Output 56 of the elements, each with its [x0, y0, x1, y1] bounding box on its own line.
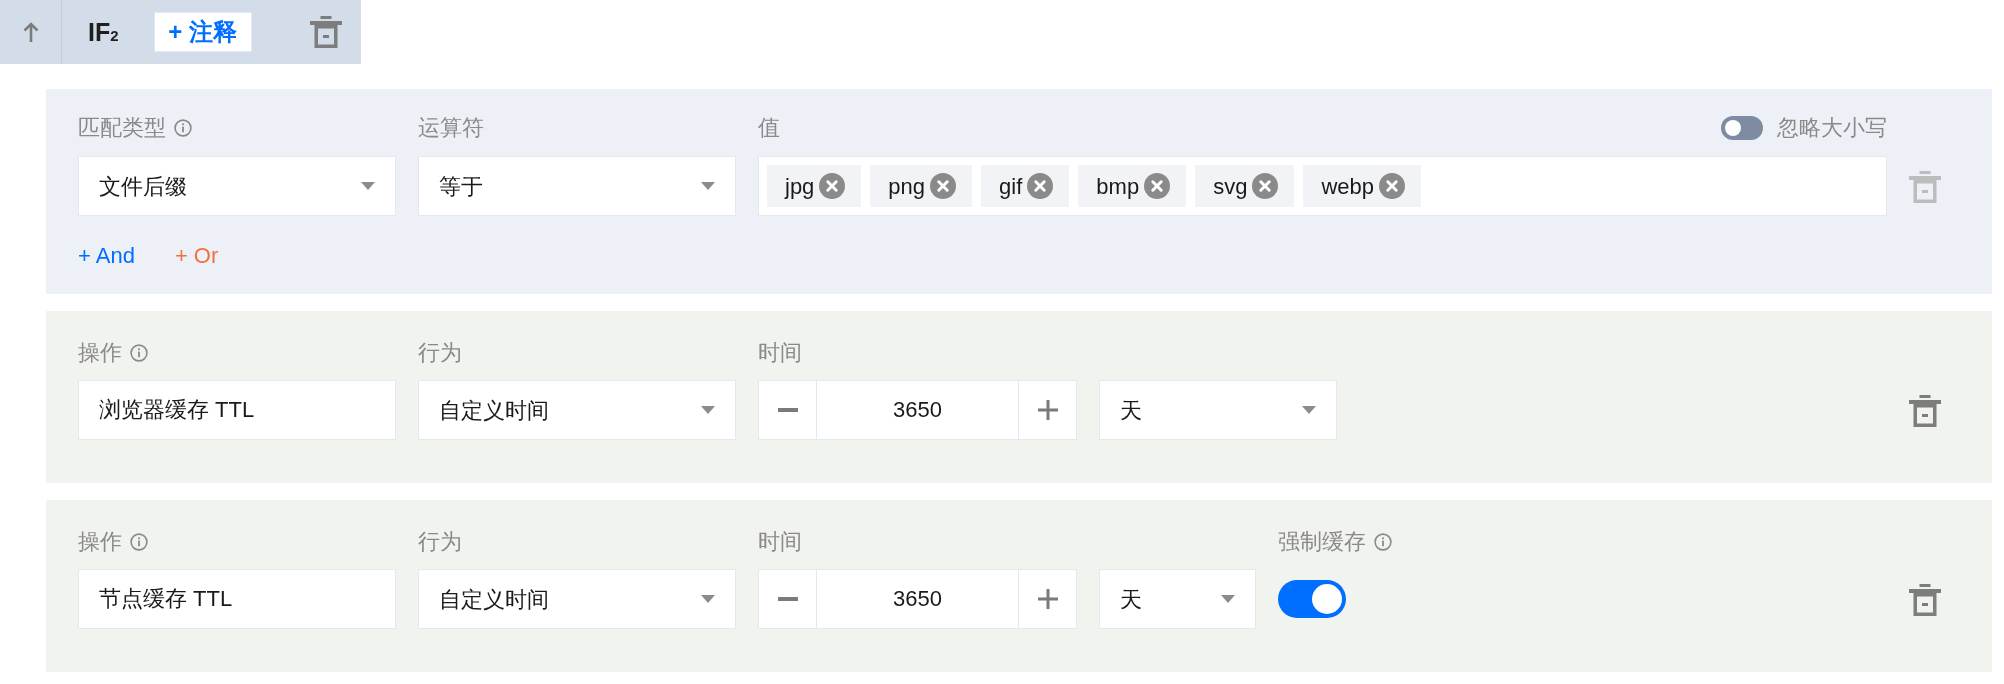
select-field[interactable]: 自定义时间 — [418, 380, 736, 440]
plus-icon — [1037, 400, 1058, 420]
select-field[interactable]: 自定义时间 — [418, 569, 736, 629]
field-label: 行为 — [418, 339, 462, 367]
number-field[interactable]: 3650 — [817, 380, 1018, 440]
tag-label: bmp — [1096, 172, 1140, 201]
minus-icon — [777, 408, 798, 412]
caret-icon — [1221, 595, 1235, 603]
increment-button[interactable] — [1018, 569, 1077, 629]
select-field[interactable]: 天 — [1099, 380, 1337, 440]
select-field[interactable]: 天 — [1099, 569, 1256, 629]
select-field[interactable]: 文件后缀 — [78, 156, 396, 216]
decrement-button[interactable] — [758, 380, 817, 440]
field-label: 运算符 — [418, 114, 484, 142]
caret-icon — [701, 595, 715, 603]
field-label: 强制缓存 — [1278, 528, 1366, 556]
trash-icon[interactable] — [310, 16, 342, 48]
text-field[interactable]: 浏览器缓存 TTL — [78, 380, 396, 440]
caret-icon — [361, 182, 375, 190]
caret-icon — [701, 406, 715, 414]
plus-icon — [1037, 589, 1058, 609]
number-field[interactable]: 3650 — [817, 569, 1018, 629]
close-icon[interactable] — [1378, 173, 1405, 199]
text-field[interactable]: 节点缓存 TTL — [78, 569, 396, 629]
select-field[interactable]: 等于 — [418, 156, 736, 216]
close-icon[interactable] — [1144, 173, 1171, 199]
field-label: 行为 — [418, 528, 462, 556]
tag-label: gif — [999, 172, 1023, 201]
tag-label: jpg — [785, 172, 815, 201]
field-label: 忽略大小写 — [1777, 114, 1887, 142]
toggle-switch[interactable] — [1721, 116, 1763, 140]
add-condition-link[interactable]: + And — [78, 241, 135, 271]
field-label: 时间 — [758, 339, 802, 367]
field-label: 匹配类型 — [78, 114, 166, 142]
tag-label: png — [888, 172, 926, 201]
decrement-button[interactable] — [758, 569, 817, 629]
up-arrow-icon — [22, 22, 39, 42]
close-icon[interactable] — [1252, 173, 1279, 199]
close-icon[interactable] — [819, 173, 846, 199]
tag-input-field[interactable]: jpg png gif bmp svg webp — [758, 156, 1887, 216]
toggle-switch[interactable] — [1278, 580, 1346, 618]
close-icon[interactable] — [930, 173, 957, 199]
tag-label: svg — [1213, 172, 1248, 201]
field-label: 操作 — [78, 528, 122, 556]
caret-icon — [1302, 406, 1316, 414]
field-label: 时间 — [758, 528, 802, 556]
trash-icon[interactable] — [1909, 395, 1941, 427]
tag-label: webp — [1321, 172, 1374, 201]
minus-icon — [777, 597, 798, 601]
caret-icon — [701, 182, 715, 190]
field-label: 值 — [758, 114, 780, 142]
field-label: 操作 — [78, 339, 122, 367]
close-icon[interactable] — [1027, 173, 1054, 199]
increment-button[interactable] — [1018, 380, 1077, 440]
trash-icon[interactable] — [1909, 584, 1941, 616]
annotate-button[interactable]: + 注释 — [153, 12, 252, 52]
